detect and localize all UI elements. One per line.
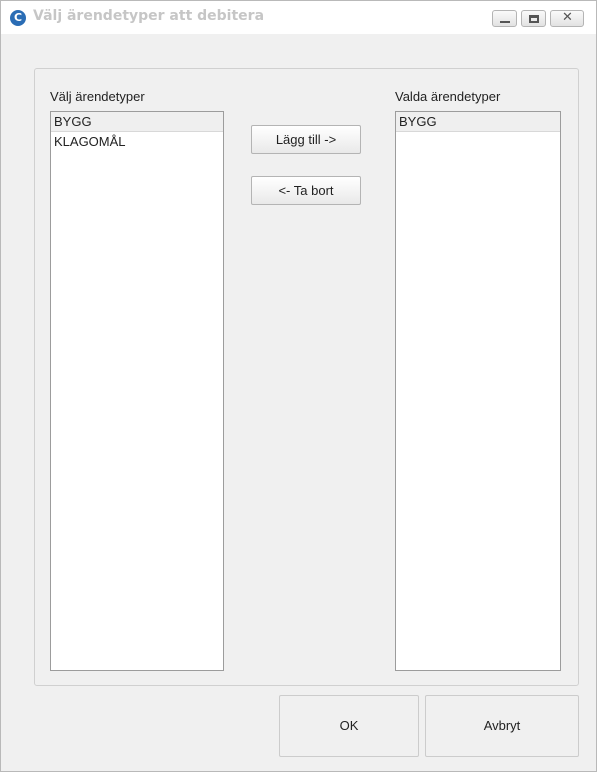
available-types-list[interactable]: BYGG KLAGOMÅL [50, 111, 224, 671]
dialog-window: C Välj ärendetyper att debitera ✕ Välj ä… [0, 0, 597, 772]
maximize-button[interactable] [521, 10, 546, 27]
ok-button[interactable]: OK [279, 695, 419, 757]
list-item[interactable]: KLAGOMÅL [51, 132, 223, 151]
close-icon: ✕ [562, 10, 573, 25]
cancel-button[interactable]: Avbryt [425, 695, 579, 757]
list-item[interactable]: BYGG [396, 112, 560, 132]
selected-types-list[interactable]: BYGG [395, 111, 561, 671]
close-button[interactable]: ✕ [550, 10, 584, 27]
window-title: Välj ärendetyper att debitera [33, 8, 265, 24]
minimize-button[interactable] [492, 10, 517, 27]
maximize-icon [529, 15, 539, 23]
available-types-label: Välj ärendetyper [50, 89, 145, 104]
app-logo-icon: C [10, 10, 26, 26]
list-item[interactable]: BYGG [51, 112, 223, 132]
minimize-icon [500, 21, 510, 23]
add-button[interactable]: Lägg till -> [251, 125, 361, 154]
remove-button[interactable]: <- Ta bort [251, 176, 361, 205]
title-bar: C Välj ärendetyper att debitera ✕ [1, 1, 596, 34]
selected-types-label: Valda ärendetyper [395, 89, 501, 104]
